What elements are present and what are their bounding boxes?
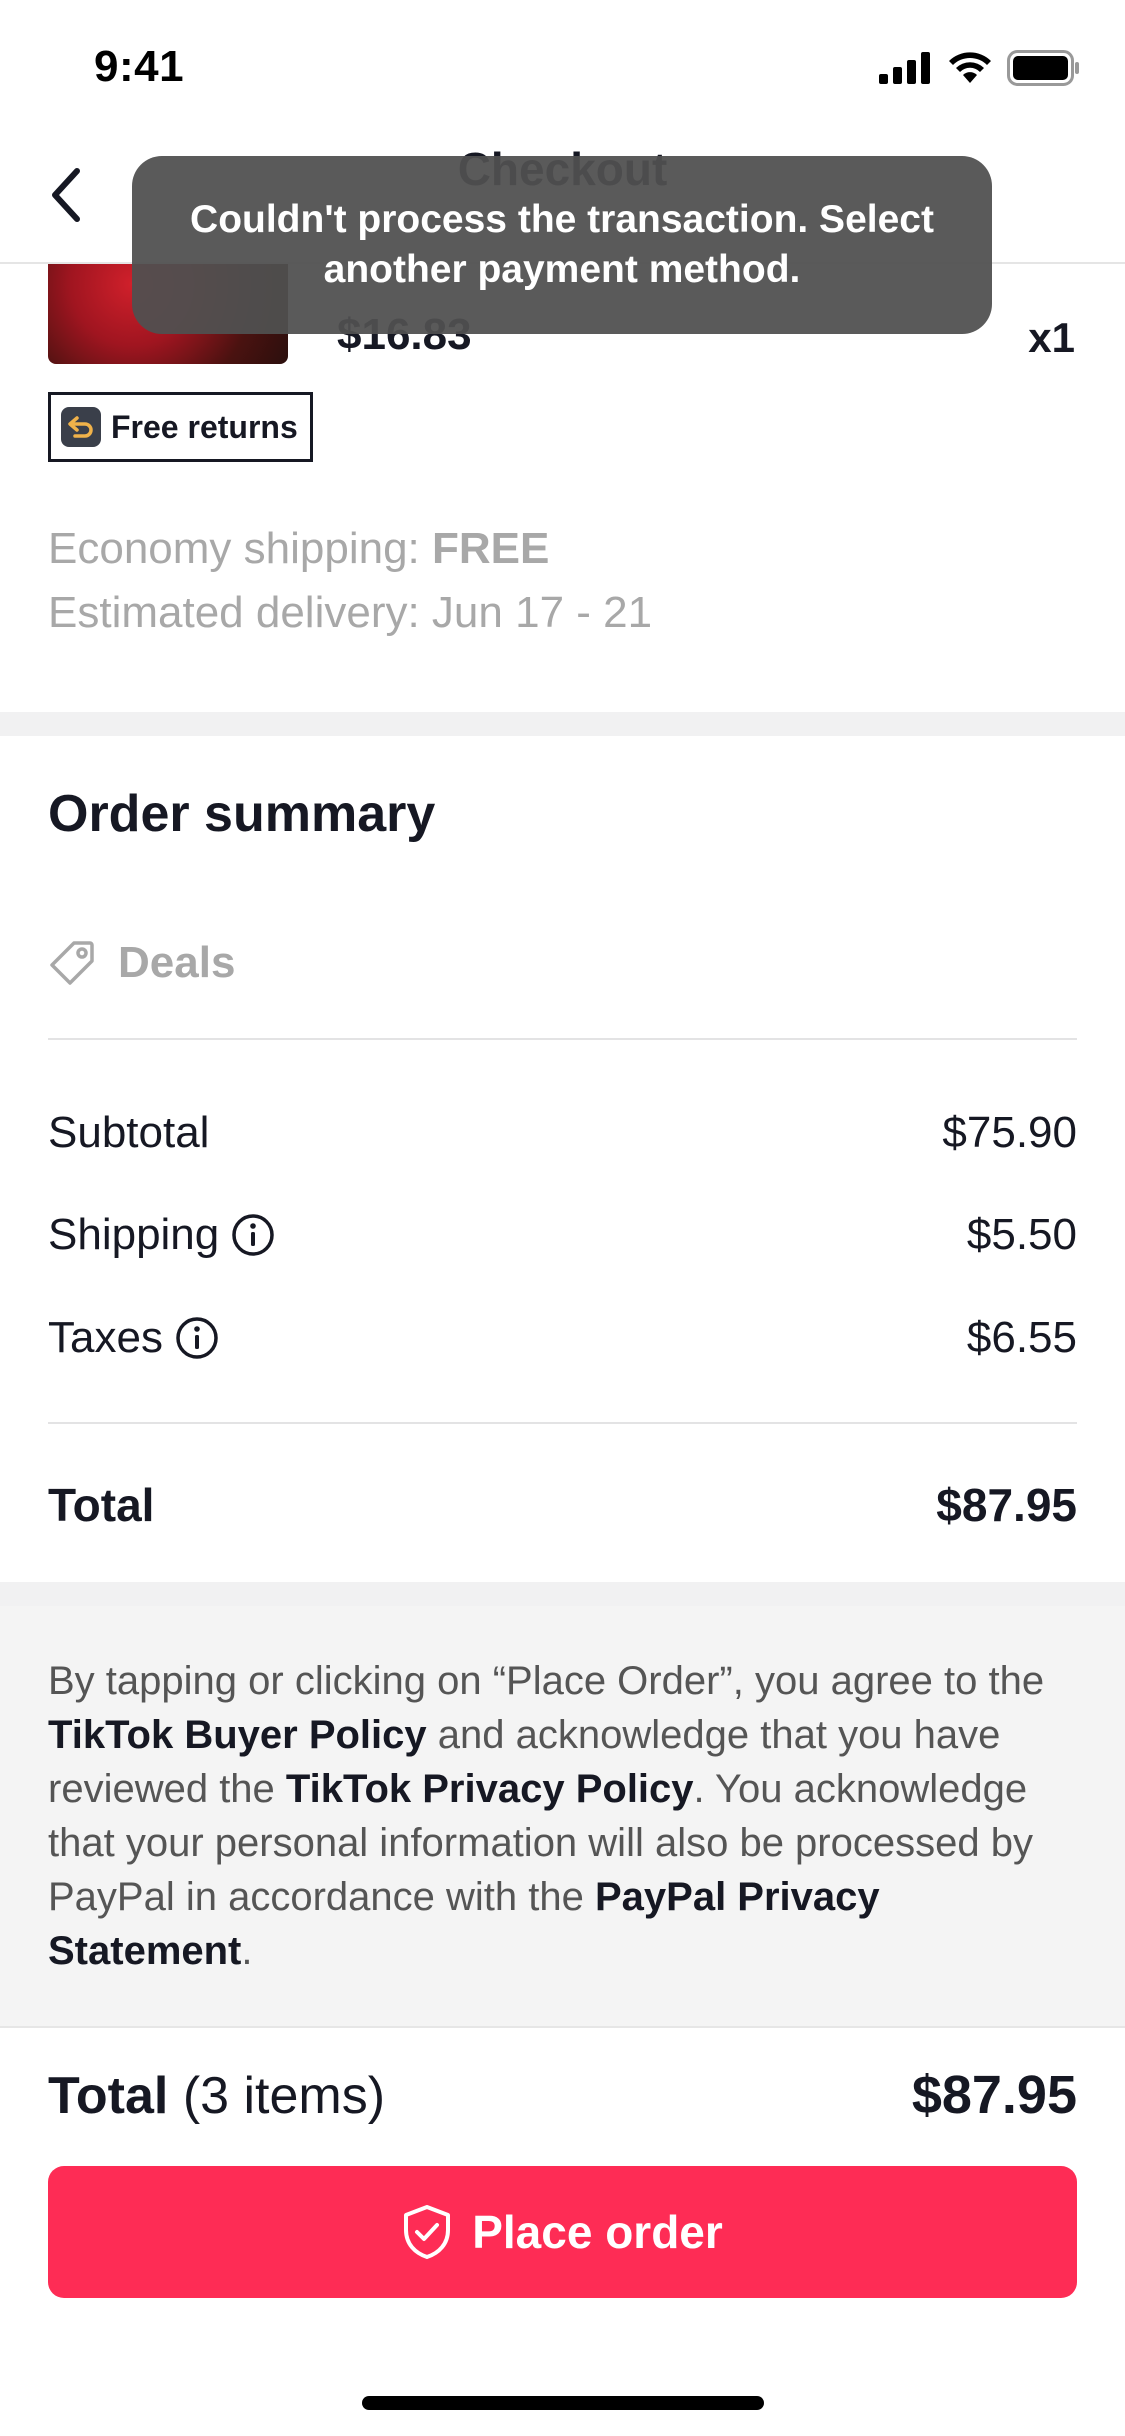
status-time: 9:41 <box>94 42 185 91</box>
home-indicator[interactable] <box>362 2396 764 2410</box>
shipping-value: $5.50 <box>966 1210 1077 1259</box>
tag-icon <box>50 941 94 985</box>
estimated-delivery: Estimated delivery: Jun 17 - 21 <box>48 588 653 637</box>
subtotal-value: $75.90 <box>942 1108 1077 1157</box>
taxes-row-label: Taxes <box>48 1313 219 1363</box>
free-returns-label: Free returns <box>111 408 298 445</box>
return-arrow-icon <box>61 407 101 447</box>
shield-check-icon <box>404 2205 451 2259</box>
wifi-icon <box>949 52 991 83</box>
shipping-row-label: Shipping <box>48 1210 275 1260</box>
summary-total-value: $87.95 <box>936 1479 1077 1531</box>
shipping-info-icon[interactable] <box>231 1213 275 1257</box>
footer-divider <box>0 2026 1125 2028</box>
status-icons <box>879 50 1081 86</box>
privacy-policy-link[interactable]: TikTok Privacy Policy <box>286 1767 694 1811</box>
section-divider <box>0 1582 1125 1606</box>
free-returns-badge: Free returns <box>48 392 313 462</box>
shipping-method-label: Economy shipping: <box>48 524 420 573</box>
buyer-policy-link[interactable]: TikTok Buyer Policy <box>48 1713 427 1757</box>
order-summary-title: Order summary <box>48 785 436 843</box>
total-divider <box>48 1422 1077 1424</box>
legal-text-part: By tapping or clicking on “Place Order”,… <box>48 1659 1045 1703</box>
shipping-method: Economy shipping: FREE <box>48 524 549 574</box>
footer-total: Total (3 items) <box>48 2066 385 2126</box>
summary-total-label: Total <box>48 1479 155 1531</box>
back-button[interactable] <box>40 160 90 230</box>
taxes-value: $6.55 <box>966 1313 1077 1362</box>
subtotal-row-label: Subtotal <box>48 1108 209 1158</box>
legal-notice: By tapping or clicking on “Place Order”,… <box>48 1654 1088 1978</box>
summary-divider <box>48 1038 1077 1040</box>
footer-total-value: $87.95 <box>911 2065 1077 2125</box>
place-order-label: Place order <box>472 2206 723 2258</box>
taxes-label: Taxes <box>48 1313 163 1362</box>
subtotal-label: Subtotal <box>48 1108 210 1157</box>
cellular-signal-icon <box>879 52 930 84</box>
taxes-info-icon[interactable] <box>175 1316 219 1360</box>
footer-total-label: Total <box>48 2067 169 2125</box>
battery-icon <box>1007 50 1079 86</box>
chevron-left-icon <box>52 168 80 222</box>
deals-label: Deals <box>118 938 236 987</box>
product-quantity: x1 <box>1028 314 1075 361</box>
legal-text-part: . <box>241 1929 253 1973</box>
shipping-method-value: FREE <box>432 524 550 573</box>
place-order-button[interactable]: Place order <box>48 2166 1077 2298</box>
error-toast: Couldn't process the transaction. Select… <box>132 156 992 334</box>
deals-row[interactable]: Deals <box>48 938 235 988</box>
footer-items-count: (3 items) <box>182 2067 386 2125</box>
toast-message: Couldn't process the transaction. Select… <box>190 198 934 291</box>
section-divider <box>0 712 1125 736</box>
shipping-label: Shipping <box>48 1210 220 1259</box>
